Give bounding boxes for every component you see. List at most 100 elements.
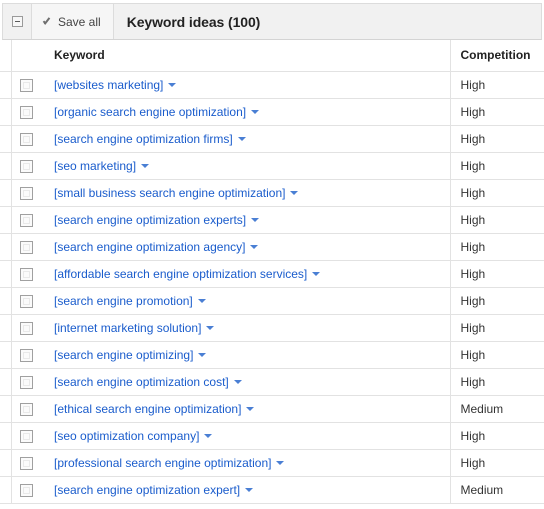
chevron-down-icon[interactable] [290, 191, 299, 196]
row-checkbox[interactable] [20, 267, 34, 281]
keyword-cell: [search engine optimizing] [42, 341, 450, 369]
row-checkbox-cell [11, 395, 42, 423]
row-checkbox[interactable] [20, 483, 34, 497]
row-checkbox-cell [11, 206, 42, 234]
row-checkbox[interactable] [20, 78, 34, 92]
keyword-cell: [ethical search engine optimization] [42, 395, 450, 423]
chevron-down-icon[interactable] [141, 164, 150, 169]
keyword-cell: [search engine optimization agency] [42, 233, 450, 261]
table-row: [search engine optimizing] High [0, 341, 544, 369]
panel-toolbar: Save all Keyword ideas (100) [2, 3, 542, 40]
collapse-panel-button[interactable] [3, 4, 32, 39]
row-checkbox[interactable] [20, 105, 34, 119]
row-checkbox[interactable] [20, 159, 34, 173]
keyword-cell: [seo optimization company] [42, 422, 450, 450]
row-gutter [0, 98, 12, 126]
chevron-down-icon[interactable] [198, 353, 207, 358]
chevron-down-icon[interactable] [312, 272, 321, 277]
keyword-link[interactable]: [professional search engine optimization… [54, 456, 271, 470]
chevron-down-icon[interactable] [250, 245, 259, 250]
chevron-down-icon[interactable] [276, 461, 285, 466]
row-checkbox[interactable] [20, 402, 34, 416]
row-checkbox-cell [11, 287, 42, 315]
row-checkbox-cell [11, 449, 42, 477]
row-checkbox[interactable] [20, 213, 34, 227]
competition-cell: High [449, 341, 544, 369]
column-header-competition[interactable]: Competition [449, 40, 544, 72]
competition-cell: High [449, 233, 544, 261]
keyword-link[interactable]: [internet marketing solution] [54, 321, 201, 335]
competition-cell: High [449, 449, 544, 477]
row-gutter [0, 314, 12, 342]
keyword-link[interactable]: [search engine promotion] [54, 294, 193, 308]
keyword-link[interactable]: [seo optimization company] [54, 429, 199, 443]
chevron-down-icon[interactable] [237, 137, 246, 142]
row-checkbox[interactable] [20, 240, 34, 254]
page-title: Keyword ideas (100) [126, 13, 261, 30]
row-gutter [0, 368, 12, 396]
keyword-link[interactable]: [websites marketing] [54, 78, 163, 92]
keyword-link[interactable]: [search engine optimization cost] [54, 375, 229, 389]
row-checkbox[interactable] [20, 294, 34, 308]
keyword-link[interactable]: [search engine optimization firms] [54, 132, 233, 146]
keyword-link[interactable]: [search engine optimization agency] [54, 240, 245, 254]
chevron-down-icon[interactable] [246, 407, 255, 412]
chevron-down-icon[interactable] [251, 218, 260, 223]
competition-cell: High [449, 125, 544, 153]
row-gutter [0, 152, 12, 180]
chevron-down-icon[interactable] [204, 434, 213, 439]
row-gutter [0, 422, 12, 450]
row-checkbox-cell [11, 152, 42, 180]
row-gutter [0, 260, 12, 288]
keyword-link[interactable]: [ethical search engine optimization] [54, 402, 241, 416]
checkmark-icon [42, 16, 53, 27]
keyword-cell: [search engine optimization experts] [42, 206, 450, 234]
keyword-link[interactable]: [search engine optimization expert] [54, 483, 240, 497]
row-checkbox[interactable] [20, 456, 34, 470]
header-gutter [0, 40, 12, 72]
row-checkbox[interactable] [20, 375, 34, 389]
keyword-link[interactable]: [search engine optimization experts] [54, 213, 246, 227]
row-checkbox-cell [11, 341, 42, 369]
keyword-link[interactable]: [affordable search engine optimization s… [54, 267, 307, 281]
save-all-label: Save all [58, 14, 101, 29]
table-row: [professional search engine optimization… [0, 449, 544, 477]
table-row: [search engine optimization firms] High [0, 125, 544, 153]
chevron-down-icon[interactable] [251, 110, 260, 115]
table-row: [ethical search engine optimization] Medi… [0, 395, 544, 423]
keyword-cell: [small business search engine optimizati… [42, 179, 450, 207]
keyword-link[interactable]: [seo marketing] [54, 159, 136, 173]
row-checkbox[interactable] [20, 186, 34, 200]
keyword-link[interactable]: [search engine optimizing] [54, 348, 193, 362]
chevron-down-icon[interactable] [168, 83, 177, 88]
row-checkbox[interactable] [20, 132, 34, 146]
row-gutter [0, 206, 12, 234]
keyword-cell: [professional search engine optimization… [42, 449, 450, 477]
row-gutter [0, 233, 12, 261]
chevron-down-icon[interactable] [245, 488, 254, 493]
keyword-link[interactable]: [small business search engine optimizati… [54, 186, 285, 200]
table-row: [search engine optimization cost] High [0, 368, 544, 396]
competition-cell: High [449, 287, 544, 315]
keyword-ideas-table: Keyword Competition [websites marketing]… [0, 40, 544, 504]
row-gutter [0, 476, 12, 504]
table-row: [seo optimization company] High [0, 422, 544, 450]
keyword-link[interactable]: [organic search engine optimization] [54, 105, 246, 119]
chevron-down-icon[interactable] [197, 299, 206, 304]
row-checkbox[interactable] [20, 321, 34, 335]
row-checkbox-cell [11, 314, 42, 342]
column-header-keyword[interactable]: Keyword [42, 40, 450, 72]
row-gutter [0, 287, 12, 315]
save-all-button[interactable]: Save all [32, 4, 114, 39]
chevron-down-icon[interactable] [206, 326, 215, 331]
row-gutter [0, 179, 12, 207]
row-checkbox[interactable] [20, 429, 34, 443]
keyword-cell: [websites marketing] [42, 71, 450, 99]
row-gutter [0, 71, 12, 99]
row-checkbox-cell [11, 71, 42, 99]
competition-cell: High [449, 179, 544, 207]
table-row: [search engine optimization agency] High [0, 233, 544, 261]
table-row: [small business search engine optimizati… [0, 179, 544, 207]
chevron-down-icon[interactable] [233, 380, 242, 385]
row-checkbox[interactable] [20, 348, 34, 362]
